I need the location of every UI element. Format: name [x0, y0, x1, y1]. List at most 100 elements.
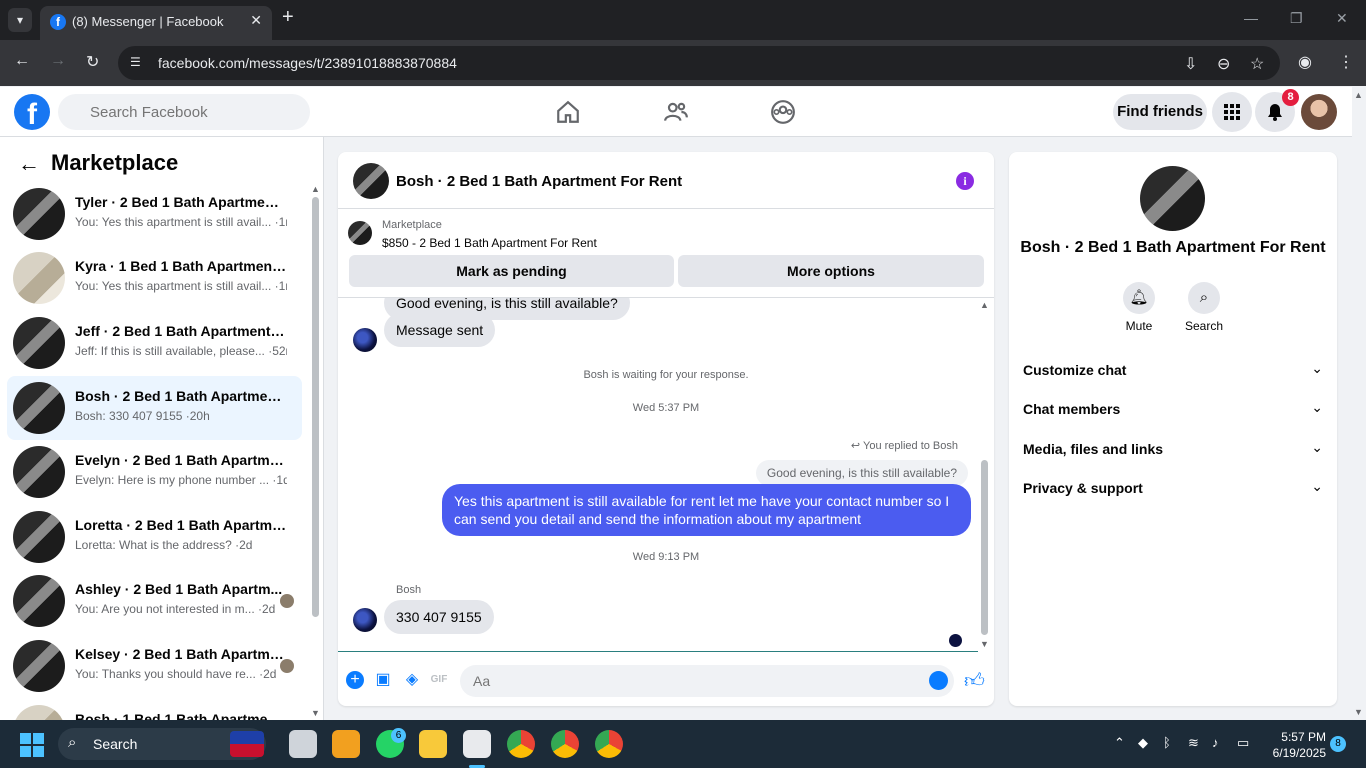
conversation-name: Jeff · 2 Bed 1 Bath Apartment Fo...	[75, 323, 287, 339]
restore-icon[interactable]: ❐	[1290, 10, 1303, 27]
friends-icon[interactable]	[663, 99, 689, 125]
chrome-profile-icon[interactable]	[551, 730, 579, 758]
bluetooth-icon[interactable]: ᛒ	[1163, 735, 1171, 750]
chrome-profile-icon[interactable]	[595, 730, 623, 758]
info-icon[interactable]: i	[956, 172, 974, 190]
facebook-logo-icon[interactable]: f	[14, 94, 50, 131]
reload-icon[interactable]: ↻	[86, 52, 99, 72]
profile-icon[interactable]: ◉	[1298, 52, 1312, 72]
snipping-tool-icon[interactable]	[463, 730, 491, 758]
account-avatar[interactable]	[1301, 94, 1337, 130]
url-text[interactable]: facebook.com/messages/t/2389101888387088…	[158, 55, 457, 71]
conversation-item[interactable]: Ashley · 2 Bed 1 Bath Apartm... You: Are…	[7, 569, 302, 633]
conversation-item[interactable]: Tyler · 2 Bed 1 Bath Apartment F... You:…	[7, 182, 302, 246]
customize-chat-row[interactable]: Customize chat ⌄	[1023, 358, 1323, 382]
sender-avatar[interactable]	[353, 608, 377, 632]
search-input[interactable]	[58, 94, 310, 130]
tab-list-button[interactable]: ▾	[8, 8, 32, 32]
chat-scrollbar[interactable]	[981, 460, 988, 635]
task-view-icon[interactable]	[289, 730, 317, 758]
conversation-preview: Loretta: What is the address? ·2d	[75, 538, 253, 552]
quoted-message[interactable]: Good evening, is this still available?	[755, 460, 968, 486]
conversation-preview: Evelyn: Here is my phone number ... ·1d	[75, 473, 287, 487]
conversation-preview: You: Are you not interested in m... ·2d	[75, 602, 276, 616]
minimize-icon[interactable]: —	[1244, 10, 1258, 26]
conversation-item-active[interactable]: Bosh · 2 Bed 1 Bath Apartment F... Bosh:…	[7, 376, 302, 440]
seen-avatar	[280, 594, 294, 608]
new-tab-button[interactable]: +	[282, 6, 294, 29]
file-explorer-icon[interactable]	[419, 730, 447, 758]
more-options-button[interactable]: More options	[678, 255, 984, 287]
forward-icon[interactable]: →	[50, 52, 66, 70]
window-close-icon[interactable]: ✕	[1336, 10, 1348, 27]
message-input[interactable]	[460, 665, 954, 697]
reply-arrow-icon: ↩	[850, 440, 863, 452]
emoji-icon[interactable]	[929, 671, 948, 690]
mark-as-pending-button[interactable]: Mark as pending	[349, 255, 674, 287]
scroll-down-arrow-icon[interactable]: ▼	[311, 708, 320, 718]
tab-close-icon[interactable]: ✕	[250, 12, 262, 29]
conversation-item[interactable]: Jeff · 2 Bed 1 Bath Apartment Fo... Jeff…	[7, 311, 302, 375]
conversation-name: Kelsey · 2 Bed 1 Bath Apartme...	[75, 646, 287, 662]
gif-icon[interactable]: GIF	[430, 671, 448, 689]
conversation-item[interactable]: Evelyn · 2 Bed 1 Bath Apartment... Evely…	[7, 440, 302, 504]
conversation-name: Ashley · 2 Bed 1 Bath Apartm...	[75, 581, 283, 597]
chat-title[interactable]: Bosh · 2 Bed 1 Bath Apartment For Rent	[396, 173, 682, 190]
sidebar-scrollbar[interactable]	[312, 197, 319, 617]
tray-overflow-icon[interactable]: ⌃	[1114, 735, 1125, 751]
clock[interactable]: 5:57 PM 6/19/2025	[1268, 729, 1326, 761]
volume-icon[interactable]: ♪	[1212, 735, 1219, 750]
chrome-icon[interactable]	[507, 730, 535, 758]
bookmark-star-icon[interactable]: ☆	[1250, 54, 1264, 74]
zoom-icon[interactable]: ⊖	[1217, 54, 1230, 74]
sticker-icon[interactable]: ◈	[403, 671, 421, 689]
groups-icon[interactable]	[770, 99, 796, 125]
page-scroll-up-icon[interactable]: ▲	[1354, 90, 1363, 100]
thumbs-up-icon[interactable]: 👍︎	[964, 669, 985, 693]
conversation-item[interactable]: Loretta · 2 Bed 1 Bath Apartmen... Loret…	[7, 505, 302, 569]
listing-thumbnail[interactable]	[348, 221, 372, 245]
search-button[interactable]: ⌕ Search	[1174, 282, 1234, 333]
sender-avatar[interactable]	[353, 328, 377, 352]
notification-badge: 8	[1282, 89, 1299, 106]
details-title: Bosh · 2 Bed 1 Bath Apartment For Rent	[1020, 239, 1326, 256]
find-friends-button[interactable]: Find friends	[1113, 94, 1207, 130]
omnibox[interactable]: ☰ facebook.com/messages/t/23891018883870…	[118, 46, 1280, 80]
store-icon[interactable]	[332, 730, 360, 758]
install-app-icon[interactable]: ⇩	[1184, 54, 1197, 74]
browser-tab[interactable]: f (8) Messenger | Facebook ✕	[40, 6, 272, 40]
home-icon[interactable]	[555, 99, 581, 125]
sender-name: Bosh	[396, 584, 422, 596]
chevron-down-icon: ⌄	[1311, 360, 1323, 376]
back-arrow-icon[interactable]: ←	[18, 151, 40, 177]
conversation-item[interactable]: Bosh · 1 Bed 1 Bath Apartmen...	[7, 699, 302, 720]
plus-icon[interactable]: +	[346, 671, 364, 689]
chat-members-row[interactable]: Chat members ⌄	[1023, 397, 1323, 421]
taskbar-search[interactable]: ⌕ Search	[58, 728, 266, 760]
listing-avatar[interactable]	[1140, 166, 1205, 231]
site-settings-icon[interactable]: ☰	[130, 55, 146, 69]
chat-avatar[interactable]	[353, 163, 389, 199]
scroll-down-arrow-icon[interactable]: ▼	[980, 639, 989, 649]
back-icon[interactable]: ←	[14, 52, 30, 70]
battery-icon[interactable]: ▭	[1237, 735, 1249, 751]
browser-menu-icon[interactable]: ⋮	[1338, 52, 1354, 72]
page-scroll-down-icon[interactable]: ▼	[1354, 707, 1363, 717]
conversation-item[interactable]: Kelsey · 2 Bed 1 Bath Apartme... You: Th…	[7, 634, 302, 698]
scroll-up-arrow-icon[interactable]: ▲	[980, 300, 989, 310]
search-icon: ⌕	[1188, 282, 1220, 314]
clock-date: 6/19/2025	[1272, 746, 1326, 760]
windows-start-icon[interactable]	[20, 733, 44, 757]
mute-button[interactable]: 🔔︎ Mute	[1109, 282, 1169, 333]
listing-title[interactable]: $850 - 2 Bed 1 Bath Apartment For Rent	[382, 236, 597, 250]
photo-icon[interactable]: ▣	[374, 671, 392, 689]
media-files-row[interactable]: Media, files and links ⌄	[1023, 437, 1323, 461]
wifi-icon[interactable]: ≋	[1188, 735, 1199, 751]
message-bubble-incoming: Message sent	[384, 313, 496, 347]
tray-app-icon[interactable]: ◆	[1138, 735, 1148, 751]
conversation-item[interactable]: Kyra · 1 Bed 1 Bath Apartment o... You: …	[7, 246, 302, 310]
notification-center-badge[interactable]: 8	[1330, 736, 1346, 752]
privacy-support-row[interactable]: Privacy & support ⌄	[1023, 476, 1323, 500]
menu-grid-button[interactable]	[1212, 92, 1252, 132]
scroll-up-arrow-icon[interactable]: ▲	[311, 184, 320, 194]
